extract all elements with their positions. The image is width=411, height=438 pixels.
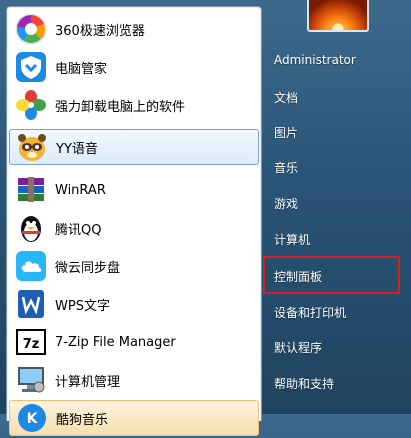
program-label: 电脑管家 xyxy=(55,61,108,77)
link-computer[interactable]: 计算机 xyxy=(274,231,310,248)
program-label: WinRAR xyxy=(55,182,106,198)
pc-manager-shield-icon xyxy=(15,51,47,83)
program-item-360-browser[interactable]: 360极速浏览器 xyxy=(9,11,259,47)
link-control-panel[interactable]: 控制面板 xyxy=(274,268,322,285)
user-avatar[interactable] xyxy=(307,0,369,32)
svg-text:7z: 7z xyxy=(23,337,40,352)
program-label: 360极速浏览器 xyxy=(55,23,145,39)
program-label: 酷狗音乐 xyxy=(56,412,109,428)
svg-text:K: K xyxy=(27,411,39,427)
program-item-uninstaller[interactable]: 强力卸载电脑上的软件 xyxy=(9,87,259,123)
link-help-support[interactable]: 帮助和支持 xyxy=(274,375,334,392)
programs-list: 360极速浏览器 电脑管家 强力卸载电脑上的软件 YY语音 WinRAR 腾讯Q… xyxy=(6,6,262,436)
program-item-wps[interactable]: WPS文字 xyxy=(9,286,259,322)
link-pictures[interactable]: 图片 xyxy=(274,124,298,141)
program-item-pc-manager[interactable]: 电脑管家 xyxy=(9,49,259,85)
link-music[interactable]: 音乐 xyxy=(274,159,298,176)
program-item-winrar[interactable]: WinRAR xyxy=(9,172,259,208)
wps-w-icon xyxy=(15,288,47,320)
program-label: 腾讯QQ xyxy=(55,222,102,238)
program-label: 计算机管理 xyxy=(55,374,121,390)
program-item-qq[interactable]: 腾讯QQ xyxy=(9,210,259,246)
program-label: 7-Zip File Manager xyxy=(55,334,176,350)
program-item-kugou[interactable]: K 酷狗音乐 xyxy=(9,400,259,436)
360-browser-icon xyxy=(15,13,47,45)
weiyun-cloud-icon xyxy=(15,250,47,282)
link-default-programs[interactable]: 默认程序 xyxy=(274,339,322,356)
winrar-books-icon xyxy=(15,174,47,206)
program-item-yy[interactable]: YY语音 xyxy=(9,129,259,165)
link-documents[interactable]: 文档 xyxy=(274,89,298,106)
program-item-computer-management[interactable]: 计算机管理 xyxy=(9,362,259,398)
7zip-icon: 7z xyxy=(15,326,47,358)
program-label: YY语音 xyxy=(56,141,98,157)
yy-raccoon-icon xyxy=(16,131,48,163)
right-links-pane: Administrator 文档 图片 音乐 游戏 计算机 控制面板 设备和打印… xyxy=(260,0,411,414)
program-item-weiyun[interactable]: 微云同步盘 xyxy=(9,248,259,284)
link-devices-printers[interactable]: 设备和打印机 xyxy=(274,304,346,321)
program-label: 强力卸载电脑上的软件 xyxy=(55,99,186,115)
uninstall-pinwheel-icon xyxy=(15,89,47,121)
start-menu: 360极速浏览器 电脑管家 强力卸载电脑上的软件 YY语音 WinRAR 腾讯Q… xyxy=(0,0,411,436)
link-administrator[interactable]: Administrator xyxy=(274,53,356,67)
program-label: 微云同步盘 xyxy=(55,260,121,276)
program-label: WPS文字 xyxy=(55,298,110,314)
computer-management-icon xyxy=(15,364,47,396)
program-item-7zip[interactable]: 7z 7-Zip File Manager xyxy=(9,324,259,360)
kugou-icon: K xyxy=(16,402,48,434)
qq-penguin-icon xyxy=(15,212,47,244)
link-games[interactable]: 游戏 xyxy=(274,195,298,212)
